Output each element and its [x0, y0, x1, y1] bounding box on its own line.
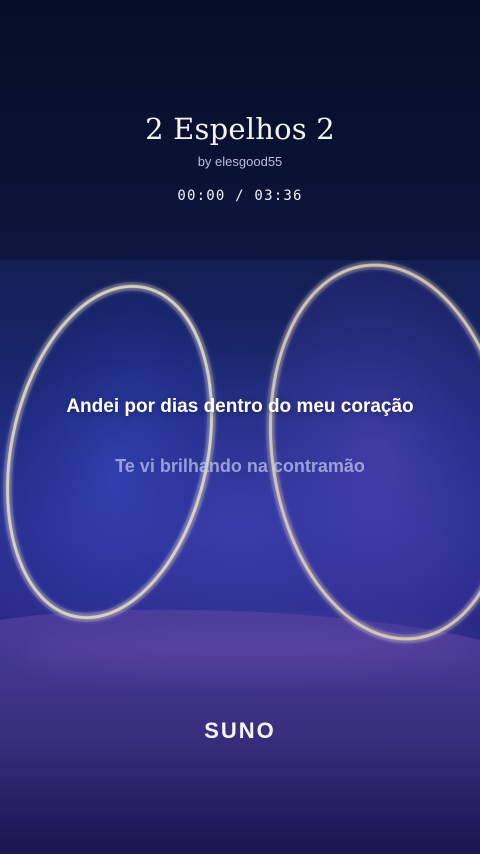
playback-time: 00:00 / 03:36 — [177, 188, 303, 204]
lyric-next-line: Te vi brilhando na contramão — [115, 456, 365, 476]
left-ring — [3, 281, 217, 623]
suno-logo: SUNO — [204, 718, 276, 743]
player-screen: 2 Espelhos 2 by elesgood55 00:00 / 03:36… — [0, 0, 480, 854]
song-header: 2 Espelhos 2 by elesgood55 00:00 / 03:36 — [0, 110, 480, 205]
right-ring — [266, 260, 480, 644]
artist-name: by elesgood55 — [197, 154, 283, 169]
song-title: 2 Espelhos 2 — [145, 112, 335, 146]
lyric-current-line: Andei por dias dentro do meu coração — [66, 396, 414, 417]
